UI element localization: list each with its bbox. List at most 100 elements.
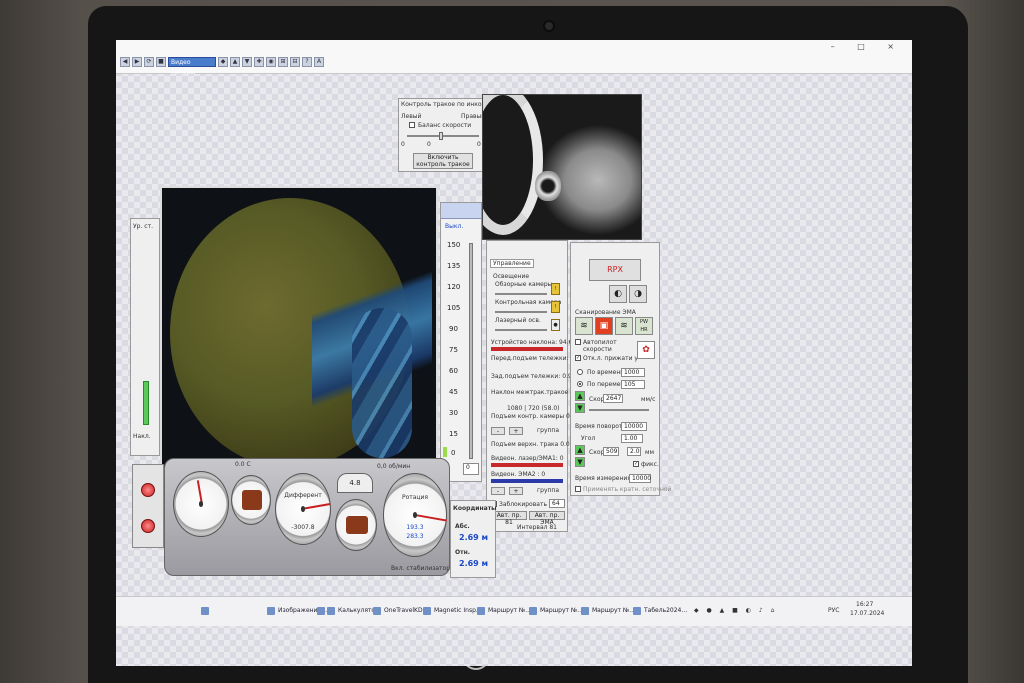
minimize-button[interactable]: – (831, 42, 845, 51)
taskbar-item[interactable]: Magnetic Insp… (422, 603, 482, 619)
angle-label: Угол (581, 435, 596, 442)
coef-field[interactable]: 2.0 (627, 447, 641, 456)
speed-slider[interactable] (589, 409, 649, 411)
left-label: Левый (401, 113, 422, 120)
toolbar-target-icon[interactable]: ◉ (266, 57, 276, 67)
rotation-gauge: Ротация 193.3 283.3 (383, 473, 447, 557)
taskbar-item[interactable]: Маршрут №… (476, 603, 531, 619)
speed2-field[interactable]: 509 (603, 447, 619, 456)
auto-ema-button[interactable]: Авт. пр. ЭМА (529, 511, 565, 526)
taskbar-item[interactable]: Табель2024… (632, 603, 687, 619)
toolbar-help-icon[interactable]: ? (302, 57, 312, 67)
scan-icon-3[interactable]: ≋ (615, 317, 633, 335)
control-cam-slider[interactable] (495, 311, 547, 313)
toolbar-down-icon[interactable]: ▼ (242, 57, 252, 67)
scan-icon-4[interactable]: PW HR (635, 317, 653, 335)
toolbar-text-icon[interactable]: A (314, 57, 324, 67)
level-bar-green (143, 381, 149, 425)
taskbar-item[interactable]: OneTravelKD… (372, 603, 429, 619)
scan-icon-1[interactable]: ≋ (575, 317, 593, 335)
balance-checkbox[interactable] (409, 122, 415, 128)
scan-panel: RPX ◐ ◑ Сканирование ЭМА ≋ ▣ ≋ PW HR Авто… (570, 242, 671, 496)
sensor1-label: Видеон. лазер/ЭМА1: 0 (491, 455, 564, 462)
screen: – □ × ◀ ▶ ⟳ ■ Видео камеры ◆ ▲ ▼ ✚ ◉ ⊞ ⊟… (116, 40, 912, 666)
plus-button[interactable]: + (509, 427, 523, 435)
taskbar-item[interactable]: Маршрут №… (528, 603, 583, 619)
stop-button-1[interactable] (141, 483, 155, 497)
laser-toggle[interactable]: ● (551, 319, 560, 331)
scale-tick: 15 (449, 430, 458, 438)
overview-cams-slider[interactable] (495, 293, 547, 295)
by-time-radio[interactable] (577, 369, 583, 375)
toolbar-forward-icon[interactable]: ▶ (132, 57, 142, 67)
lock-label: Заблокировать (499, 501, 547, 508)
turn-time-field[interactable]: 10000 (621, 422, 647, 431)
maximize-button[interactable]: □ (857, 42, 875, 51)
camera-right-icon[interactable]: ◑ (629, 285, 647, 303)
stop-icon[interactable]: ✿ (637, 341, 655, 359)
toolbar-up-icon[interactable]: ▲ (230, 57, 240, 67)
measure-time-field[interactable]: 10000 (629, 474, 651, 483)
stabilizer-button[interactable]: Вкл. стабилизатора (391, 565, 454, 572)
speed-down-icon[interactable]: ▼ (575, 403, 585, 413)
clock-time[interactable]: 16:27 (856, 601, 873, 608)
stop-button-2[interactable] (141, 519, 155, 533)
overview-cams-toggle[interactable]: ! (551, 283, 560, 295)
auto-profile-checkbox[interactable]: ✓ (575, 355, 581, 361)
clock-date[interactable]: 17.07.2024 (850, 610, 884, 617)
vehicle-icon (346, 516, 368, 534)
taskbar-item[interactable] (200, 603, 212, 619)
taskbar-item[interactable]: Маршрут №… (580, 603, 635, 619)
measure-time-label: Время измерения: (575, 475, 633, 482)
scale-tick: 75 (449, 346, 458, 354)
enable-control-button[interactable]: Включить контроль тракое (413, 153, 473, 169)
toolbar-cross-icon[interactable]: ✚ (254, 57, 264, 67)
scale-tick: 105 (447, 304, 461, 312)
turn-down-icon[interactable]: ▼ (575, 457, 585, 467)
close-button[interactable]: × (887, 42, 904, 51)
laser-slider[interactable] (495, 329, 547, 331)
tray-icons[interactable]: ◆ ● ▲ ■ ◐ ♪ ⌂ (694, 607, 777, 614)
autopilot-checkbox[interactable] (575, 339, 581, 345)
feedback-checkbox[interactable]: ✓ (633, 461, 639, 467)
rpx-icon[interactable]: RPX (589, 259, 641, 281)
dash-top-label: 0.0 С (235, 461, 251, 468)
mode-select[interactable]: Видео камеры (168, 57, 216, 76)
interval-label: Интервал 81 (517, 524, 557, 531)
speed-slider-thumb[interactable] (439, 132, 443, 140)
control-cam-toggle[interactable]: ! (551, 301, 560, 313)
speed-up-icon[interactable]: ▲ (575, 391, 585, 401)
toolbar-refresh-icon[interactable]: ⟳ (144, 57, 154, 67)
scan-icon-2[interactable]: ▣ (595, 317, 613, 335)
window-controls[interactable]: – □ × (831, 42, 904, 51)
angle-field[interactable]: 1.00 (621, 434, 643, 443)
minus-button[interactable]: - (491, 427, 505, 435)
toolbar-stop-icon[interactable]: ■ (156, 57, 166, 67)
by-move-radio[interactable] (577, 381, 583, 387)
turn-up-icon[interactable]: ▲ (575, 445, 585, 455)
toolbar-back-icon[interactable]: ◀ (120, 57, 130, 67)
taskbar-item[interactable]: Калькулятор (326, 603, 379, 619)
toolbar-minus-icon[interactable]: ⊟ (290, 57, 300, 67)
scale-value-box[interactable]: 0 (463, 463, 479, 475)
auto-81-button[interactable]: Авт. пр. 81 (491, 511, 527, 526)
sensor2-label: Видеон. ЭМА2 : 0 (491, 471, 546, 478)
by-time-field[interactable]: 1000 (621, 368, 645, 377)
toolbar-diamond-icon[interactable]: ◆ (218, 57, 228, 67)
scale-track[interactable] (469, 243, 473, 459)
camera-left-icon[interactable]: ◐ (609, 285, 627, 303)
plus-button-2[interactable]: + (509, 487, 523, 495)
rotation-value-1: 193.3 (406, 524, 424, 531)
language-indicator[interactable]: РУС (828, 607, 839, 614)
speed-field[interactable]: 2647 (603, 394, 623, 403)
control-tab[interactable]: Управление (490, 259, 534, 268)
coordinates-panel: Координаты Абс. 2.69 м Отн. 2.69 м (450, 500, 497, 578)
rep-measure-checkbox[interactable] (575, 486, 581, 492)
speed-slider-track[interactable] (407, 135, 479, 137)
lock-value[interactable]: 64 (549, 499, 565, 508)
minus-button-2[interactable]: - (491, 487, 505, 495)
pitch-gauge-hub (300, 506, 306, 512)
by-move-field[interactable]: 105 (621, 380, 645, 389)
pipe-ring (483, 95, 543, 235)
toolbar-grid-icon[interactable]: ⊞ (278, 57, 288, 67)
